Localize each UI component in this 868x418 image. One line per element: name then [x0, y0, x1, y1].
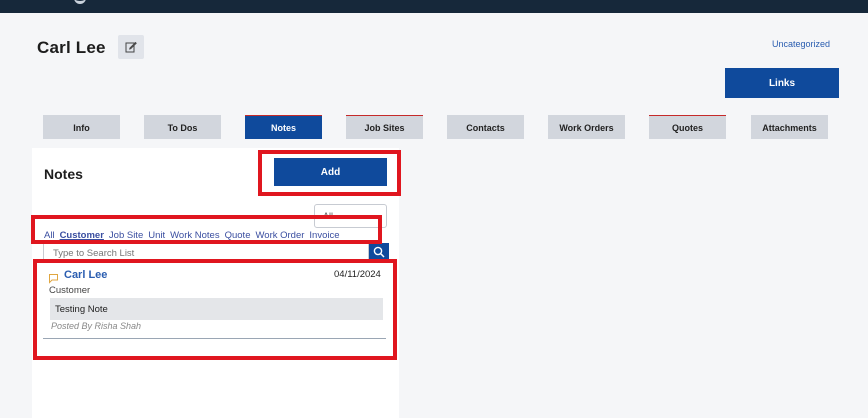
- top-nav-bar: [0, 0, 868, 13]
- filter-quote[interactable]: Quote: [225, 230, 251, 242]
- note-posted-by: Posted By Risha Shah: [51, 321, 142, 331]
- links-button[interactable]: Links: [725, 68, 839, 98]
- filter-all[interactable]: All: [44, 230, 55, 242]
- filter-invoice[interactable]: Invoice: [309, 230, 339, 242]
- tab-job-sites[interactable]: Job Sites: [346, 115, 423, 139]
- note-divider: [43, 338, 386, 339]
- page-title: Carl Lee: [37, 38, 106, 57]
- tab-work-orders[interactable]: Work Orders: [548, 115, 625, 139]
- tab-bar: Info To Dos Notes Job Sites Contacts Wor…: [43, 114, 833, 140]
- filter-work-notes[interactable]: Work Notes: [170, 230, 219, 242]
- tab-attachments[interactable]: Attachments: [751, 115, 828, 139]
- tab-quotes[interactable]: Quotes: [649, 115, 726, 139]
- search-input[interactable]: [43, 243, 369, 261]
- filter-job-site[interactable]: Job Site: [109, 230, 143, 242]
- notes-panel: [32, 148, 399, 418]
- search-icon: [373, 246, 385, 258]
- search-button[interactable]: [369, 243, 389, 261]
- note-date: 04/11/2024: [334, 269, 381, 280]
- note-filter-bar: All Customer Job Site Unit Work Notes Qu…: [44, 230, 340, 242]
- filter-work-order[interactable]: Work Order: [255, 230, 304, 242]
- tab-todos[interactable]: To Dos: [144, 115, 221, 139]
- tab-contacts[interactable]: Contacts: [447, 115, 524, 139]
- edit-button[interactable]: [118, 35, 144, 59]
- category-link[interactable]: Uncategorized: [772, 39, 830, 49]
- note-body: Testing Note: [50, 298, 383, 320]
- add-note-button[interactable]: Add: [274, 158, 387, 186]
- nav-glyph-fragment: [74, 0, 86, 4]
- panel-title: Notes: [44, 166, 83, 182]
- note-author[interactable]: Carl Lee: [64, 269, 107, 281]
- edit-icon: [125, 41, 137, 53]
- filter-unit[interactable]: Unit: [148, 230, 165, 242]
- filter-customer[interactable]: Customer: [60, 230, 104, 242]
- tab-notes[interactable]: Notes: [245, 115, 322, 139]
- note-type-select[interactable]: All: [314, 204, 387, 228]
- tab-info[interactable]: Info: [43, 115, 120, 139]
- note-type: Customer: [49, 285, 91, 296]
